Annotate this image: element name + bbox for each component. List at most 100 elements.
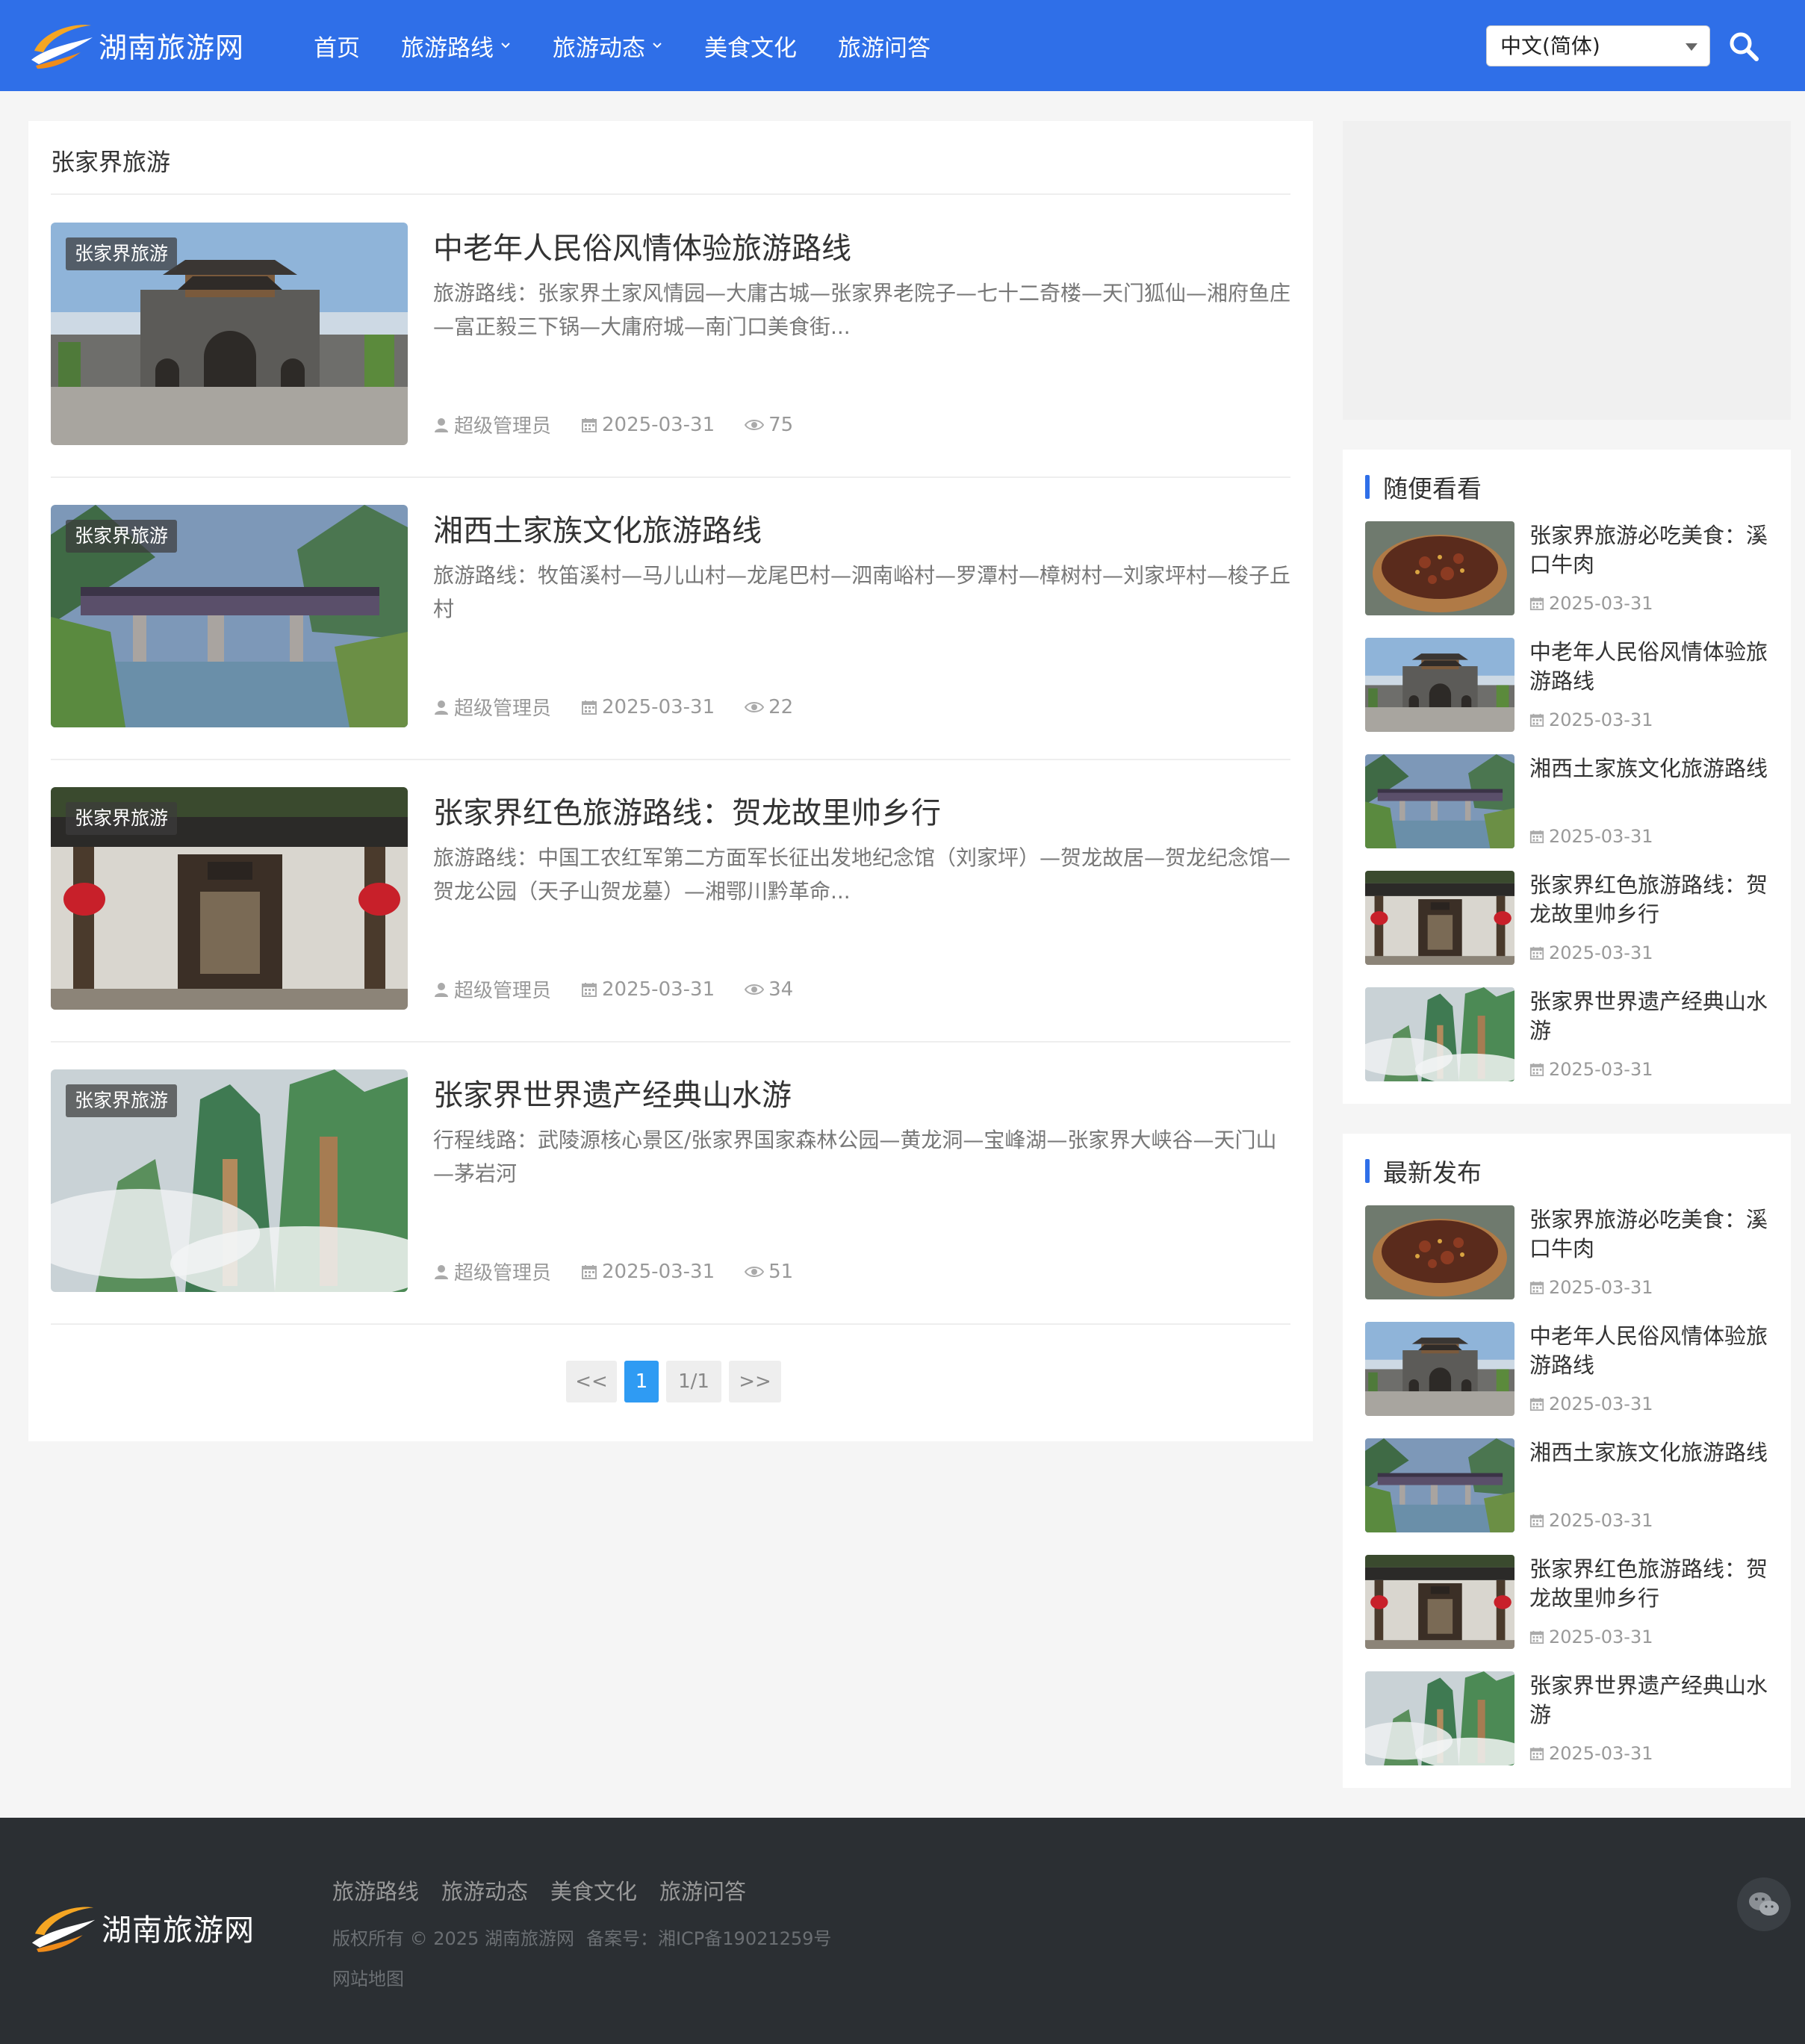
date-text: 2025-03-31	[1549, 1059, 1653, 1080]
footer-nav-link[interactable]: 旅游路线	[332, 1874, 419, 1906]
sidebar-post-item[interactable]: 湘西土家族文化旅游路线 2025-03-31	[1365, 754, 1768, 850]
date-text: 2025-03-31	[602, 695, 715, 718]
footer-nav: 旅游路线 旅游动态 美食文化 旅游问答	[332, 1874, 768, 1906]
date-text: 2025-03-31	[602, 413, 715, 436]
post-title[interactable]: 湘西土家族文化旅游路线	[1529, 754, 1768, 783]
post-thumbnail[interactable]	[1365, 1671, 1514, 1765]
date-text: 2025-03-31	[1549, 593, 1653, 614]
category-tag[interactable]: 张家界旅游	[66, 802, 178, 835]
title-accent-bar	[1365, 1159, 1370, 1183]
post-thumbnail[interactable]	[1365, 987, 1514, 1081]
view-count: 75	[745, 414, 793, 436]
article-summary: 旅游路线：张家界土家风情园—大庸古城—张家界老院子—七十二奇楼—天门狐仙—湘府鱼…	[433, 281, 1291, 339]
calendar-icon	[582, 417, 597, 432]
next-page-button[interactable]: >>	[729, 1361, 781, 1402]
user-icon	[435, 417, 448, 432]
post-thumbnail[interactable]	[1365, 1322, 1514, 1416]
article-title[interactable]: 张家界世界遗产经典山水游	[433, 1071, 792, 1114]
article-summary: 旅游路线：中国工农红军第二方面军长征出发地纪念馆（刘家坪）—贺龙故居—贺龙纪念馆…	[433, 845, 1291, 904]
views-text: 51	[768, 1260, 794, 1283]
post-title[interactable]: 湘西土家族文化旅游路线	[1529, 1438, 1768, 1467]
nav-item[interactable]: 旅游路线	[401, 29, 512, 63]
sidebar-post-item[interactable]: 张家界世界遗产经典山水游 2025-03-31	[1365, 1671, 1768, 1767]
nav-label: 旅游问答	[838, 34, 931, 62]
sitemap-link[interactable]: 网站地图	[332, 1964, 404, 1990]
widget-title: 最新发布	[1365, 1153, 1482, 1189]
category-tag[interactable]: 张家界旅游	[66, 520, 178, 553]
nav-item[interactable]: 首页	[314, 29, 360, 63]
post-thumbnail[interactable]	[1365, 871, 1514, 965]
post-thumbnail[interactable]	[1365, 521, 1514, 615]
article-thumbnail[interactable]: 张家界旅游	[51, 505, 408, 727]
language-select[interactable]: 中文(简体)	[1486, 25, 1710, 66]
article-list-panel: 张家界旅游 张家界旅游 中老年人民俗风情体验旅游路线 旅游路线：张家界土家风情园…	[28, 121, 1313, 1441]
post-thumbnail[interactable]	[1365, 754, 1514, 848]
post-thumbnail[interactable]	[1365, 1555, 1514, 1649]
category-tag[interactable]: 张家界旅游	[66, 237, 178, 270]
post-title[interactable]: 张家界红色旅游路线：贺龙故里帅乡行	[1529, 1555, 1768, 1613]
post-title[interactable]: 中老年人民俗风情体验旅游路线	[1529, 638, 1768, 696]
article-thumbnail[interactable]: 张家界旅游	[51, 1069, 408, 1292]
wechat-icon	[1749, 1892, 1779, 1916]
article-meta: 超级管理员 2025-03-31 34	[433, 975, 823, 1003]
post-thumbnail[interactable]	[1365, 1438, 1514, 1532]
views-text: 22	[768, 695, 794, 718]
article-title[interactable]: 张家界红色旅游路线：贺龙故里帅乡行	[433, 789, 941, 832]
dropdown-arrow-icon	[1686, 43, 1697, 51]
author-name: 超级管理员	[454, 415, 552, 438]
sidebar-post-item[interactable]: 中老年人民俗风情体验旅游路线 2025-03-31	[1365, 638, 1768, 733]
current-page-button[interactable]: 1	[624, 1361, 659, 1402]
copyright: 版权所有 © 2025 湖南旅游网 备案号：湘ICP备19021259号	[332, 1924, 843, 1950]
title-accent-bar	[1365, 475, 1370, 499]
post-thumbnail[interactable]	[1365, 638, 1514, 732]
article-title[interactable]: 中老年人民俗风情体验旅游路线	[433, 224, 851, 267]
footer-nav-link[interactable]: 旅游动态	[441, 1874, 528, 1906]
post-title[interactable]: 张家界红色旅游路线：贺龙故里帅乡行	[1529, 871, 1768, 929]
wechat-button[interactable]	[1737, 1877, 1791, 1931]
publish-date: 2025-03-31	[581, 696, 715, 718]
footer-logo[interactable]: 湖南旅游网	[28, 1900, 255, 1955]
site-name: 湖南旅游网	[99, 31, 245, 64]
eye-icon	[745, 1266, 765, 1277]
site-logo[interactable]: 湖南旅游网	[28, 18, 244, 72]
sidebar-post-item[interactable]: 湘西土家族文化旅游路线 2025-03-31	[1365, 1438, 1768, 1534]
sidebar-post-item[interactable]: 张家界红色旅游路线：贺龙故里帅乡行 2025-03-31	[1365, 871, 1768, 966]
post-title[interactable]: 张家界旅游必吃美食：溪口牛肉	[1529, 1205, 1768, 1264]
main-nav: 首页 旅游路线 旅游动态 美食文化 旅游问答	[314, 0, 972, 91]
sidebar-post-item[interactable]: 张家界旅游必吃美食：溪口牛肉 2025-03-31	[1365, 521, 1768, 617]
post-date: 2025-03-31	[1529, 1277, 1653, 1298]
post-title[interactable]: 张家界旅游必吃美食：溪口牛肉	[1529, 521, 1768, 580]
prev-page-button[interactable]: <<	[566, 1361, 617, 1402]
footer-nav-link[interactable]: 美食文化	[550, 1874, 637, 1906]
post-date: 2025-03-31	[1529, 1743, 1653, 1764]
sidebar-post-item[interactable]: 张家界红色旅游路线：贺龙故里帅乡行 2025-03-31	[1365, 1555, 1768, 1650]
calendar-icon	[1529, 830, 1544, 844]
post-thumbnail[interactable]	[1365, 1205, 1514, 1299]
nav-item[interactable]: 美食文化	[704, 29, 797, 63]
post-date: 2025-03-31	[1529, 709, 1653, 730]
article-thumbnail[interactable]: 张家界旅游	[51, 787, 408, 1010]
views-text: 75	[768, 413, 794, 436]
post-title[interactable]: 张家界世界遗产经典山水游	[1529, 987, 1768, 1046]
sidebar-post-item[interactable]: 张家界旅游必吃美食：溪口牛肉 2025-03-31	[1365, 1205, 1768, 1301]
nav-item[interactable]: 旅游动态	[553, 29, 663, 63]
chevron-down-icon	[653, 43, 662, 49]
footer-nav-link[interactable]: 旅游问答	[659, 1874, 746, 1906]
category-tag[interactable]: 张家界旅游	[66, 1084, 178, 1117]
sidebar-post-item[interactable]: 张家界世界遗产经典山水游 2025-03-31	[1365, 987, 1768, 1083]
post-date: 2025-03-31	[1529, 1627, 1653, 1647]
article-title[interactable]: 湘西土家族文化旅游路线	[433, 506, 762, 550]
icp-link[interactable]: 备案号：湘ICP备19021259号	[586, 1924, 831, 1950]
post-title[interactable]: 张家界世界遗产经典山水游	[1529, 1671, 1768, 1730]
article-thumbnail[interactable]: 张家界旅游	[51, 223, 408, 445]
views-text: 34	[768, 978, 794, 1001]
sidebar-post-item[interactable]: 中老年人民俗风情体验旅游路线 2025-03-31	[1365, 1322, 1768, 1417]
publish-date: 2025-03-31	[581, 414, 715, 436]
ad-placeholder	[1343, 121, 1791, 420]
user-icon	[435, 700, 448, 715]
search-icon[interactable]	[1728, 31, 1759, 62]
post-title[interactable]: 中老年人民俗风情体验旅游路线	[1529, 1322, 1768, 1380]
nav-item[interactable]: 旅游问答	[838, 29, 931, 63]
date-text: 2025-03-31	[1549, 1743, 1653, 1764]
view-count: 51	[745, 1261, 793, 1283]
